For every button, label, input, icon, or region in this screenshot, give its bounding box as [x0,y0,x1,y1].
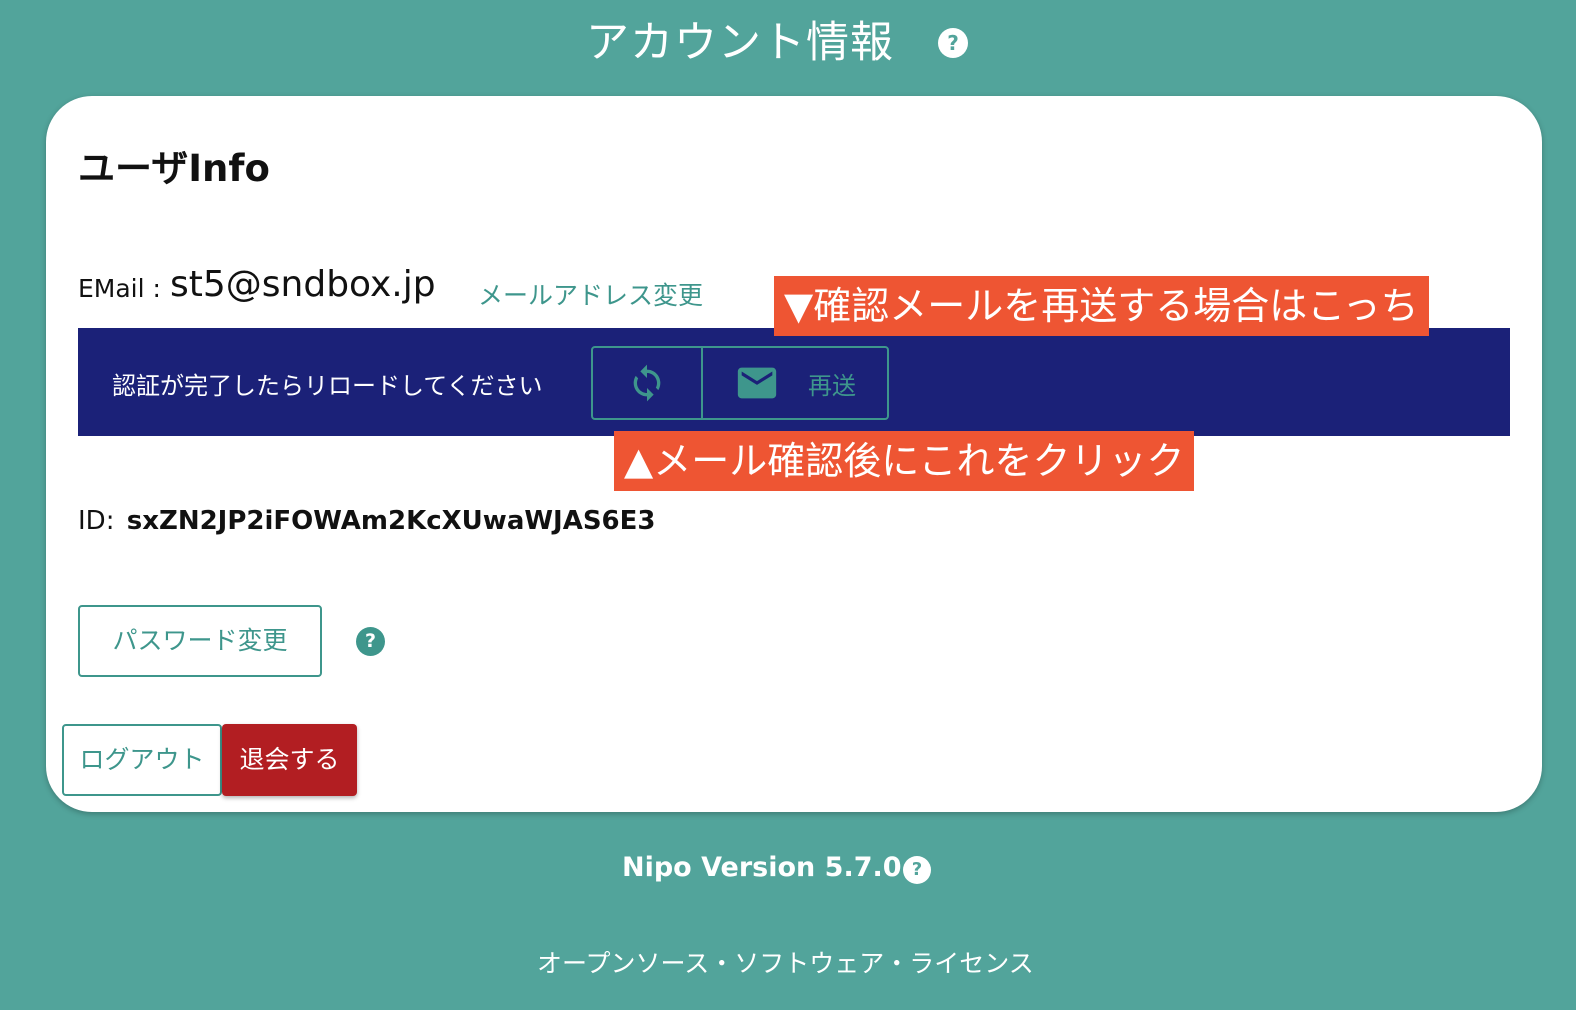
page-header: アカウント情報 ? [0,4,1576,74]
help-circle-icon[interactable]: ? [903,856,931,884]
verification-banner: 認証が完了したらリロードしてください 再送 [78,328,1510,436]
user-id-label: ID: [78,506,115,536]
user-info-card: ユーザInfo EMail : st5@sndbox.jp メールアドレス変更 … [46,96,1542,812]
resend-annotation: ▼確認メールを再送する場合はこっち [774,276,1429,336]
change-email-link[interactable]: メールアドレス変更 [478,276,703,312]
reload-button[interactable] [593,348,703,418]
card-title: ユーザInfo [78,147,270,190]
user-id-row: ID: sxZN2JP2iFOWAm2KcXUwaWJAS6E3 [78,506,656,536]
verification-message: 認証が完了したらリロードしてください [112,372,543,400]
user-id-value: sxZN2JP2iFOWAm2KcXUwaWJAS6E3 [126,506,656,536]
page-title: アカウント情報 [586,18,894,68]
resend-button-label: 再送 [808,371,856,400]
mail-icon [737,367,777,399]
help-circle-icon[interactable]: ? [938,28,968,58]
license-link[interactable]: オープンソース・ソフトウェア・ライセンス [537,944,1034,980]
resend-button[interactable]: 再送 [703,348,887,418]
reload-icon [633,364,661,402]
help-circle-icon[interactable]: ? [356,627,385,656]
change-password-button[interactable]: パスワード変更 [78,605,322,677]
logout-button[interactable]: ログアウト [62,724,222,796]
withdraw-button[interactable]: 退会する [222,724,357,796]
email-label: EMail : [78,274,161,303]
email-value: st5@sndbox.jp [170,264,436,305]
verification-button-group: 再送 [591,346,889,420]
reload-annotation: ▲メール確認後にこれをクリック [614,431,1195,491]
version-label: Nipo Version 5.7.0 [622,852,902,883]
